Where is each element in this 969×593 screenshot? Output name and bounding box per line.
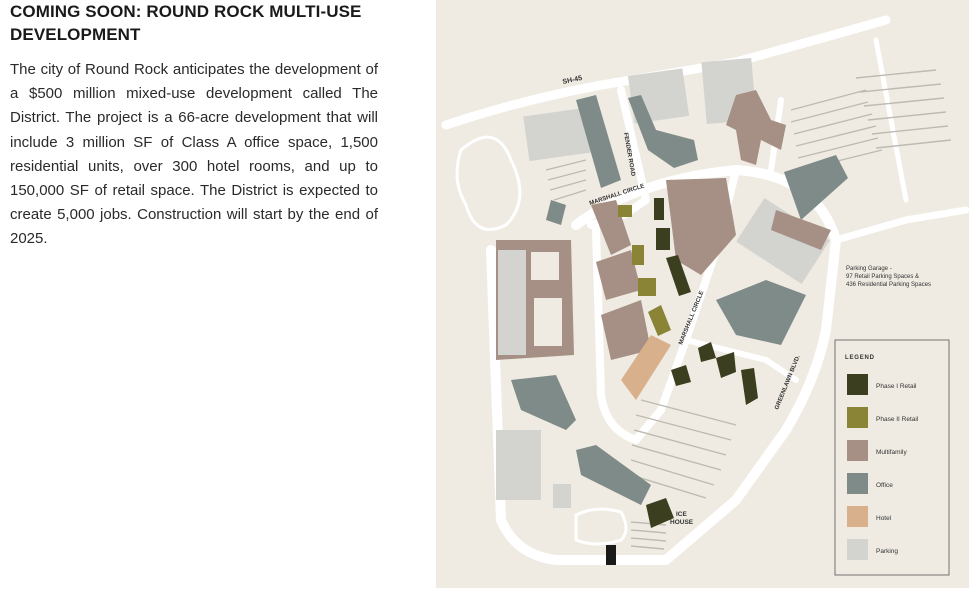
legend-swatch-office <box>847 473 868 494</box>
parking-lot <box>553 484 571 508</box>
map-legend: LEGEND Phase I Retail Phase II Retail Mu… <box>834 339 950 576</box>
entry-marker <box>606 545 616 565</box>
parking-structure <box>498 250 526 355</box>
legend-title: LEGEND <box>845 355 875 361</box>
courtyard <box>531 252 559 280</box>
ice-house-label-2: HOUSE <box>670 519 694 526</box>
legend-label-phase-ii-retail: Phase II Retail <box>876 416 919 423</box>
page-title: COMING SOON: ROUND ROCK MULTI-USE DEVELO… <box>10 2 362 44</box>
phase-ii-retail <box>618 205 632 217</box>
legend-label-multifamily: Multifamily <box>876 449 907 456</box>
phase-i-retail <box>654 198 664 220</box>
garage-note-line-2: 97 Retail Parking Spaces & <box>846 274 919 280</box>
phase-ii-retail <box>632 245 644 265</box>
legend-swatch-hotel <box>847 506 868 527</box>
garage-note-line-3: 436 Residential Parking Spaces <box>846 282 931 288</box>
phase-i-retail <box>656 228 670 250</box>
legend-swatch-phase-i-retail <box>847 374 868 395</box>
legend-swatch-multifamily <box>847 440 868 461</box>
parking-lot <box>496 430 541 500</box>
ice-house-label-1: ICE <box>676 511 688 518</box>
courtyard <box>534 298 562 346</box>
phase-ii-retail <box>638 278 656 296</box>
legend-label-hotel: Hotel <box>876 515 892 522</box>
legend-label-office: Office <box>876 482 893 489</box>
legend-label-phase-i-retail: Phase I Retail <box>876 383 917 390</box>
site-plan-map: SH-45 FENDER ROAD MARSHALL CIRCLE MARSHA… <box>436 0 969 588</box>
legend-swatch-phase-ii-retail <box>847 407 868 428</box>
legend-label-parking: Parking <box>876 548 898 555</box>
legend-swatch-parking <box>847 539 868 560</box>
article: COMING SOON: ROUND ROCK MULTI-USE DEVELO… <box>10 0 378 252</box>
garage-note-line-1: Parking Garage - <box>846 266 892 272</box>
article-description: The city of Round Rock anticipates the d… <box>10 61 378 248</box>
